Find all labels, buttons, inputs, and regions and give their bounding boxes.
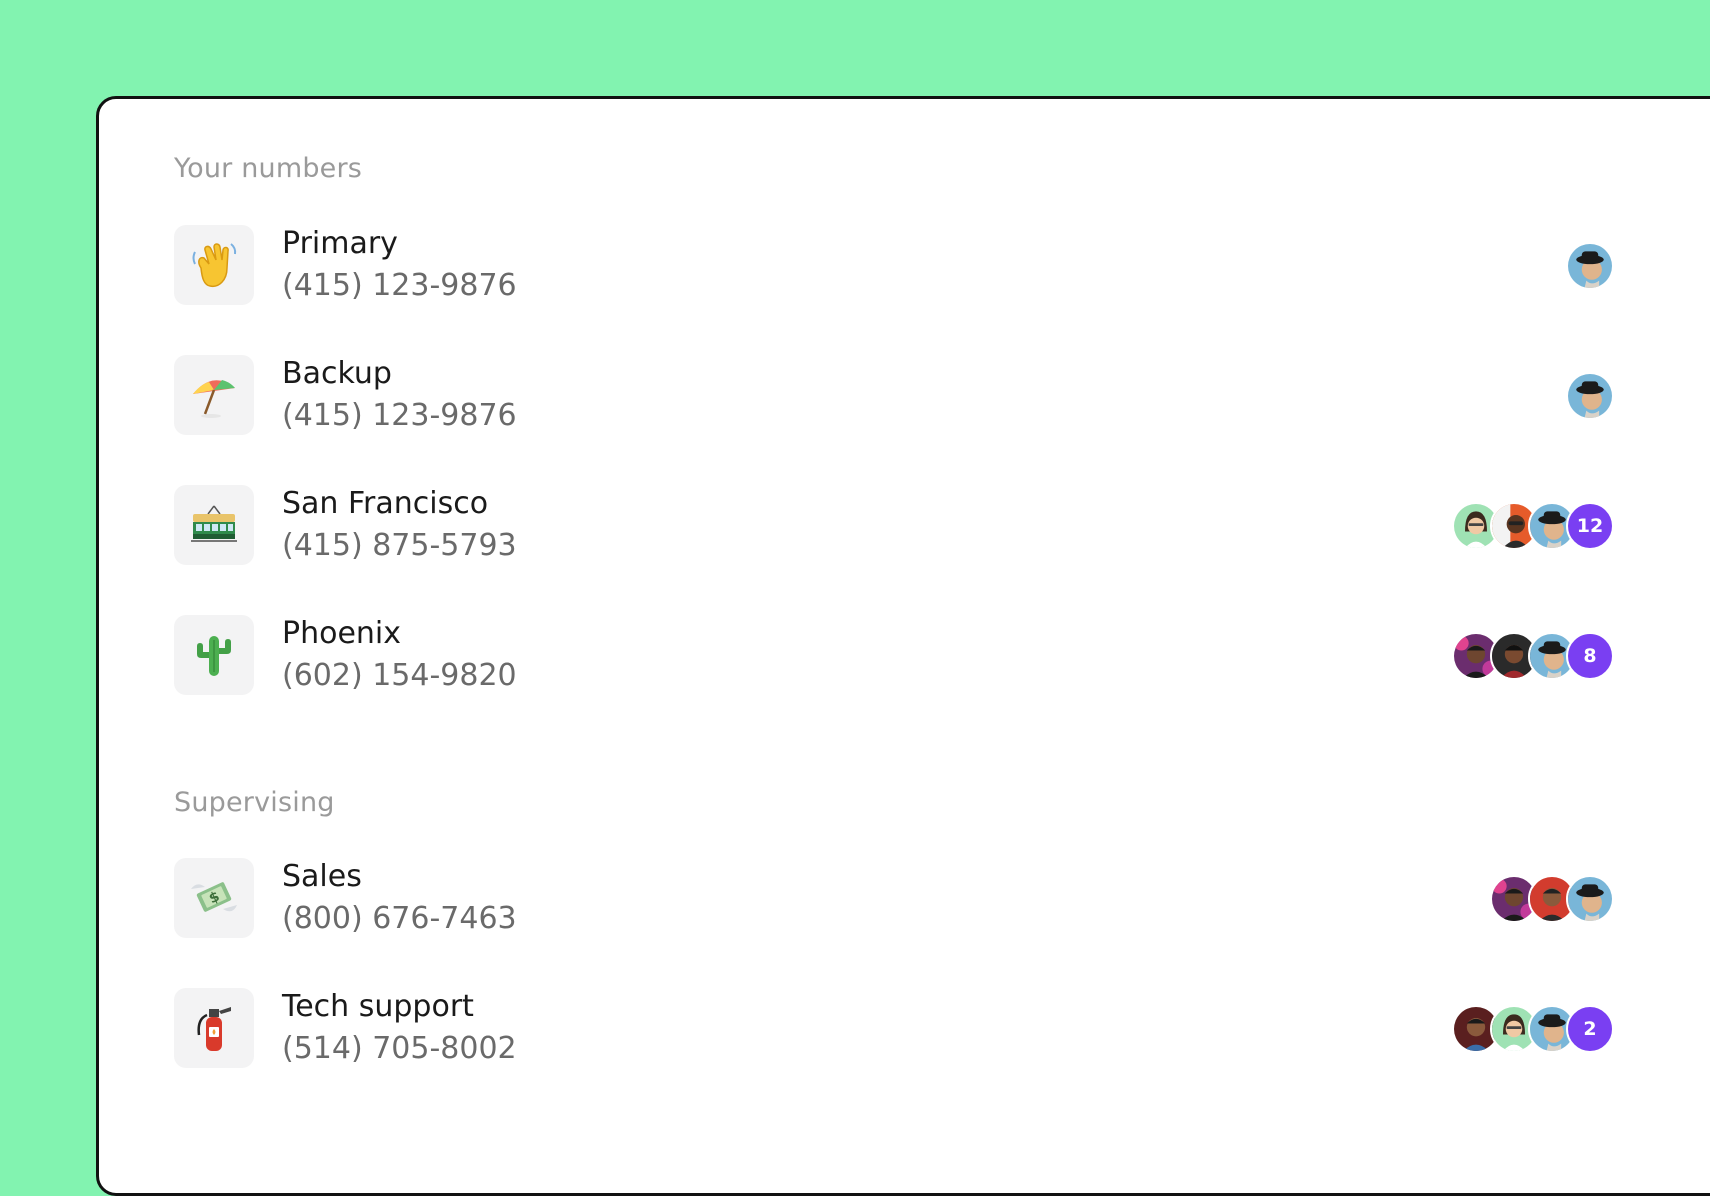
number-row-primary[interactable]: Primary (415) 123-9876	[99, 224, 1710, 306]
fire-extinguisher-icon	[174, 988, 254, 1068]
number-name: San Francisco	[282, 486, 489, 521]
number-name: Sales	[282, 859, 362, 894]
avatar	[1566, 242, 1614, 290]
number-name: Tech support	[282, 989, 474, 1024]
member-avatars	[1490, 875, 1614, 923]
phone-number: (415) 123-9876	[282, 398, 517, 433]
phone-number: (415) 875-5793	[282, 528, 517, 563]
tram-icon	[174, 485, 254, 565]
member-avatars: 12	[1452, 502, 1614, 550]
member-avatars	[1566, 372, 1614, 420]
phone-numbers-panel: Your numbers Primary (415) 123-9876 Back…	[96, 96, 1710, 1196]
number-row-sales[interactable]: $ Sales (800) 676-7463	[99, 857, 1710, 939]
umbrella-icon	[174, 355, 254, 435]
number-name: Backup	[282, 356, 392, 391]
member-avatars	[1566, 242, 1614, 290]
section-label-supervising: Supervising	[174, 787, 335, 818]
member-avatars: 2	[1452, 1005, 1614, 1053]
avatar	[1566, 372, 1614, 420]
cactus-icon	[174, 615, 254, 695]
section-label-your-numbers: Your numbers	[174, 153, 363, 184]
avatar	[1566, 875, 1614, 923]
money-wings-icon: $	[174, 858, 254, 938]
number-row-backup[interactable]: Backup (415) 123-9876	[99, 354, 1710, 436]
number-name: Phoenix	[282, 616, 402, 651]
phone-number: (415) 123-9876	[282, 268, 517, 303]
number-name: Primary	[282, 226, 398, 261]
number-row-san-francisco[interactable]: San Francisco (415) 875-5793 12	[99, 484, 1710, 566]
phone-number: (602) 154-9820	[282, 658, 517, 693]
phone-number: (800) 676-7463	[282, 901, 517, 936]
member-count-badge: 8	[1566, 632, 1614, 680]
phone-number: (514) 705-8002	[282, 1031, 517, 1066]
number-row-phoenix[interactable]: Phoenix (602) 154-9820 8	[99, 614, 1710, 696]
member-count-badge: 2	[1566, 1005, 1614, 1053]
number-row-tech-support[interactable]: Tech support (514) 705-8002 2	[99, 987, 1710, 1069]
waving-hand-icon	[174, 225, 254, 305]
member-avatars: 8	[1452, 632, 1614, 680]
member-count-badge: 12	[1566, 502, 1614, 550]
